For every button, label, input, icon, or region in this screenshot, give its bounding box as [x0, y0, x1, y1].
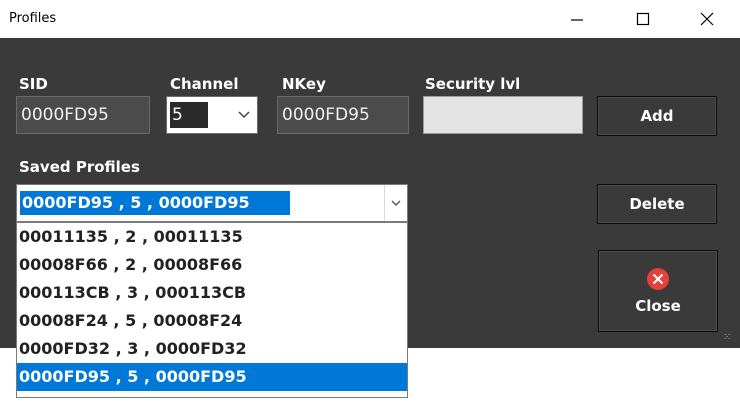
- close-x-icon: [700, 12, 714, 26]
- security-level-label: Security lvl: [425, 75, 521, 93]
- saved-profiles-dropdown-list[interactable]: 00011135 , 2 , 00011135 00008F66 , 2 , 0…: [16, 222, 408, 398]
- minimize-icon: [571, 19, 583, 21]
- nkey-field[interactable]: 0000FD95: [277, 96, 409, 134]
- list-item[interactable]: 00008F66 , 2 , 00008F66: [17, 251, 407, 279]
- add-button[interactable]: Add: [597, 96, 717, 136]
- title-bar: Profiles: [0, 0, 740, 38]
- list-item-selected[interactable]: 0000FD95 , 5 , 0000FD95: [17, 363, 407, 391]
- saved-profiles-select[interactable]: 0000FD95 , 5 , 0000FD95: [16, 184, 408, 222]
- list-item[interactable]: 0000FD32 , 3 , 0000FD32: [17, 335, 407, 363]
- window-title: Profiles: [9, 11, 57, 26]
- list-item[interactable]: 000113CB , 3 , 000113CB: [17, 279, 407, 307]
- saved-profiles-selected: 0000FD95 , 5 , 0000FD95: [20, 191, 290, 215]
- maximize-icon: [636, 12, 650, 26]
- close-window-button[interactable]: [684, 0, 730, 38]
- sid-field[interactable]: 0000FD95: [16, 96, 150, 134]
- sid-label: SID: [19, 75, 48, 93]
- resize-grip-icon[interactable]: ⁙: [723, 332, 731, 343]
- channel-select[interactable]: 5: [166, 96, 258, 134]
- close-button-label: Close: [635, 297, 681, 315]
- close-button[interactable]: Close: [598, 250, 718, 332]
- security-level-field[interactable]: [423, 96, 583, 134]
- saved-profiles-label: Saved Profiles: [19, 158, 140, 176]
- channel-value: 5: [170, 102, 208, 128]
- channel-label: Channel: [170, 75, 239, 93]
- close-circle-icon: [647, 268, 669, 290]
- nkey-label: NKey: [282, 75, 326, 93]
- delete-button[interactable]: Delete: [597, 184, 717, 224]
- chevron-down-icon[interactable]: [235, 97, 253, 133]
- maximize-button[interactable]: [620, 0, 666, 38]
- list-item[interactable]: 00008F24 , 5 , 00008F24: [17, 307, 407, 335]
- chevron-down-icon[interactable]: [384, 185, 407, 221]
- minimize-button[interactable]: [554, 0, 600, 38]
- list-item[interactable]: 00011135 , 2 , 00011135: [17, 223, 407, 251]
